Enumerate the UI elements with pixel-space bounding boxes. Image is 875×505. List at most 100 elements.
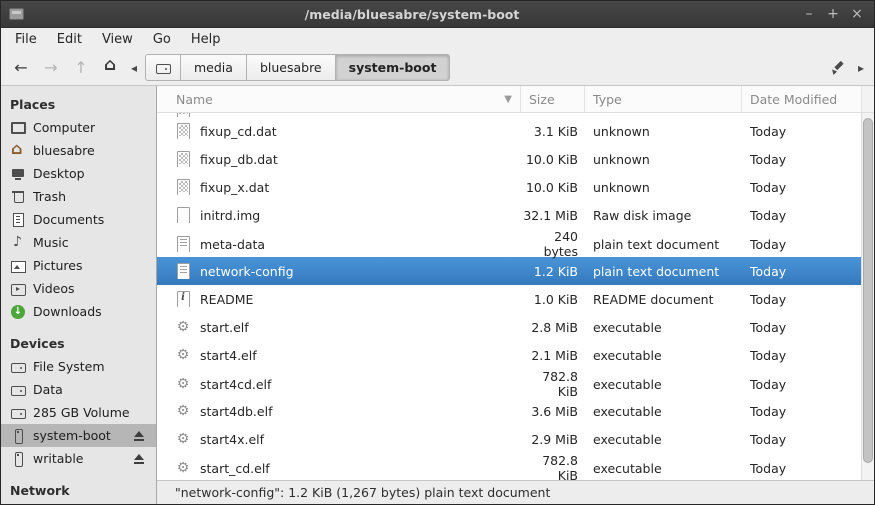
executable-file-icon — [175, 403, 191, 419]
sidebar-item-label: Trash — [33, 189, 67, 204]
file-name: initrd.img — [200, 207, 261, 223]
nav-buttons: ← → ↑ — [7, 54, 95, 81]
column-header-name[interactable]: Name ▼ — [157, 86, 521, 112]
file-type-cell: executable — [593, 431, 662, 447]
breadcrumb-system-boot[interactable]: system-boot — [334, 54, 451, 81]
file-row-fixup-cd-dat[interactable]: fixup_cd.dat 3.1 KiB unknown Today — [157, 117, 861, 145]
sidebar-item-file-system[interactable]: File System — [1, 355, 156, 378]
file-row-fixup-db-dat[interactable]: fixup_db.dat 10.0 KiB unknown Today — [157, 145, 861, 173]
eject-icon[interactable] — [131, 428, 147, 444]
sidebar-item-bluesabre[interactable]: bluesabre — [1, 139, 156, 162]
titlebar[interactable]: /media/bluesabre/system-boot – + × — [1, 1, 874, 28]
sidebar-item-downloads[interactable]: Downloads — [1, 300, 156, 323]
column-header-type[interactable]: Type — [585, 86, 742, 112]
up-button[interactable]: ↑ — [67, 54, 95, 81]
file-row-start4x-elf[interactable]: start4x.elf 2.9 MiB executable Today — [157, 425, 861, 453]
sidebar-item-trash[interactable]: Trash — [1, 185, 156, 208]
scrollbar-header-cap — [861, 86, 874, 112]
back-button[interactable]: ← — [7, 54, 35, 81]
desktop-icon — [10, 166, 26, 182]
breadcrumb-media[interactable]: media — [180, 54, 247, 81]
file-size-cell: 32.1 MiB — [523, 207, 578, 223]
breadcrumb-root-button[interactable] — [145, 54, 181, 81]
sidebar-item-label: Music — [33, 235, 69, 250]
sidebar-section-network: Network — [10, 483, 70, 498]
vertical-scrollbar[interactable] — [861, 113, 874, 480]
sidebar-section-devices: Devices — [10, 336, 65, 351]
home-button[interactable] — [97, 54, 125, 81]
file-row-readme[interactable]: README 1.0 KiB README document Today — [157, 285, 861, 313]
column-header-date-modified[interactable]: Date Modified — [742, 86, 861, 112]
file-row-meta-data[interactable]: meta-data 240 bytes plain text document Tod… — [157, 229, 861, 259]
executable-file-icon — [175, 376, 191, 392]
file-date-cell: Today — [750, 207, 787, 223]
file-type-cell: executable — [593, 403, 662, 419]
file-name: start4db.elf — [200, 403, 273, 419]
toggle-location-entry-button[interactable] — [822, 54, 852, 81]
menu-file[interactable]: File — [5, 30, 47, 49]
sidebar-item-browse-network[interactable]: Browse Network — [1, 502, 156, 504]
scrollbar-thumb[interactable] — [863, 118, 873, 463]
executable-file-icon — [175, 319, 191, 335]
sidebar-item-label: Computer — [33, 120, 96, 135]
trash-icon — [10, 189, 26, 205]
file-row-start-elf[interactable]: start.elf 2.8 MiB executable Today — [157, 313, 861, 341]
sidebar-item-documents[interactable]: Documents — [1, 208, 156, 231]
file-size-cell: 2.9 MiB — [531, 431, 578, 447]
file-row-start-cd-elf[interactable]: start_cd.elf 782.8 KiB executable Today — [157, 453, 861, 480]
sidebar-item-label: bluesabre — [33, 143, 95, 158]
close-button[interactable]: × — [848, 5, 866, 23]
menu-go[interactable]: Go — [143, 30, 181, 49]
sidebar-item-pictures[interactable]: Pictures — [1, 254, 156, 277]
sidebar-item-label: 285 GB Volume — [33, 405, 130, 420]
file-row-initrd-img[interactable]: initrd.img 32.1 MiB Raw disk image Today — [157, 201, 861, 229]
file-row-start4cd-elf[interactable]: start4cd.elf 782.8 KiB executable Today — [157, 369, 861, 399]
file-row-network-config[interactable]: network-config 1.2 KiB plain text document… — [157, 257, 861, 285]
sidebar-item-writable[interactable]: writable — [1, 447, 156, 470]
clipped-row-above — [157, 113, 861, 117]
file-type-cell: executable — [593, 460, 662, 476]
column-header-size[interactable]: Size — [521, 86, 585, 112]
file-size-cell: 2.1 MiB — [531, 347, 578, 363]
executable-file-icon — [175, 347, 191, 363]
removable-drive-icon — [10, 451, 26, 467]
menu-edit[interactable]: Edit — [47, 30, 92, 49]
file-name-cell: fixup_db.dat — [157, 151, 521, 167]
sidebar-item-system-boot[interactable]: system-boot — [1, 424, 156, 447]
sidebar-item-data[interactable]: Data — [1, 378, 156, 401]
window-title: /media/bluesabre/system-boot — [304, 6, 520, 22]
minimize-button[interactable]: – — [800, 5, 818, 23]
drive-icon — [155, 60, 171, 76]
downloads-icon — [10, 304, 26, 320]
sidebar-item-videos[interactable]: Videos — [1, 277, 156, 300]
menu-help[interactable]: Help — [181, 30, 231, 49]
unknown-file-icon — [175, 151, 191, 167]
file-row-start4db-elf[interactable]: start4db.elf 3.6 MiB executable Today — [157, 397, 861, 425]
file-date-cell: Today — [750, 263, 787, 279]
readme-file-icon — [175, 291, 191, 307]
file-row-start4-elf[interactable]: start4.elf 2.1 MiB executable Today — [157, 341, 861, 369]
file-name: meta-data — [200, 236, 266, 252]
maximize-button[interactable]: + — [824, 5, 842, 23]
sidebar-item-desktop[interactable]: Desktop — [1, 162, 156, 185]
column-headers: Name ▼ Size Type Date Modified — [157, 86, 874, 113]
file-row-fixup-x-dat[interactable]: fixup_x.dat 10.0 KiB unknown Today — [157, 173, 861, 201]
window-menu-icon[interactable] — [9, 8, 24, 20]
breadcrumb-bluesabre[interactable]: bluesabre — [245, 54, 336, 81]
file-date-cell: Today — [750, 179, 787, 195]
file-name: fixup_db.dat — [200, 151, 278, 167]
sidebar-item-285-gb-volume[interactable]: 285 GB Volume — [1, 401, 156, 424]
breadcrumb: media bluesabre system-boot — [145, 54, 451, 81]
menubar: File Edit View Go Help — [1, 28, 874, 50]
sidebar-item-computer[interactable]: Computer — [1, 116, 156, 139]
drive-icon — [10, 359, 26, 375]
breadcrumb-scroll-left-button[interactable]: ◂ — [127, 54, 141, 81]
breadcrumb-scroll-right-button[interactable]: ▸ — [854, 54, 868, 81]
menu-view[interactable]: View — [92, 30, 143, 49]
file-name-cell: start4db.elf — [157, 403, 521, 419]
sidebar-item-music[interactable]: Music — [1, 231, 156, 254]
file-size-cell: 240 bytes — [543, 229, 578, 259]
forward-button[interactable]: → — [37, 54, 65, 81]
toolbar: ←→↑ ◂ mediabluesabresystem-boot ▸ — [1, 50, 874, 86]
eject-icon[interactable] — [131, 451, 147, 467]
